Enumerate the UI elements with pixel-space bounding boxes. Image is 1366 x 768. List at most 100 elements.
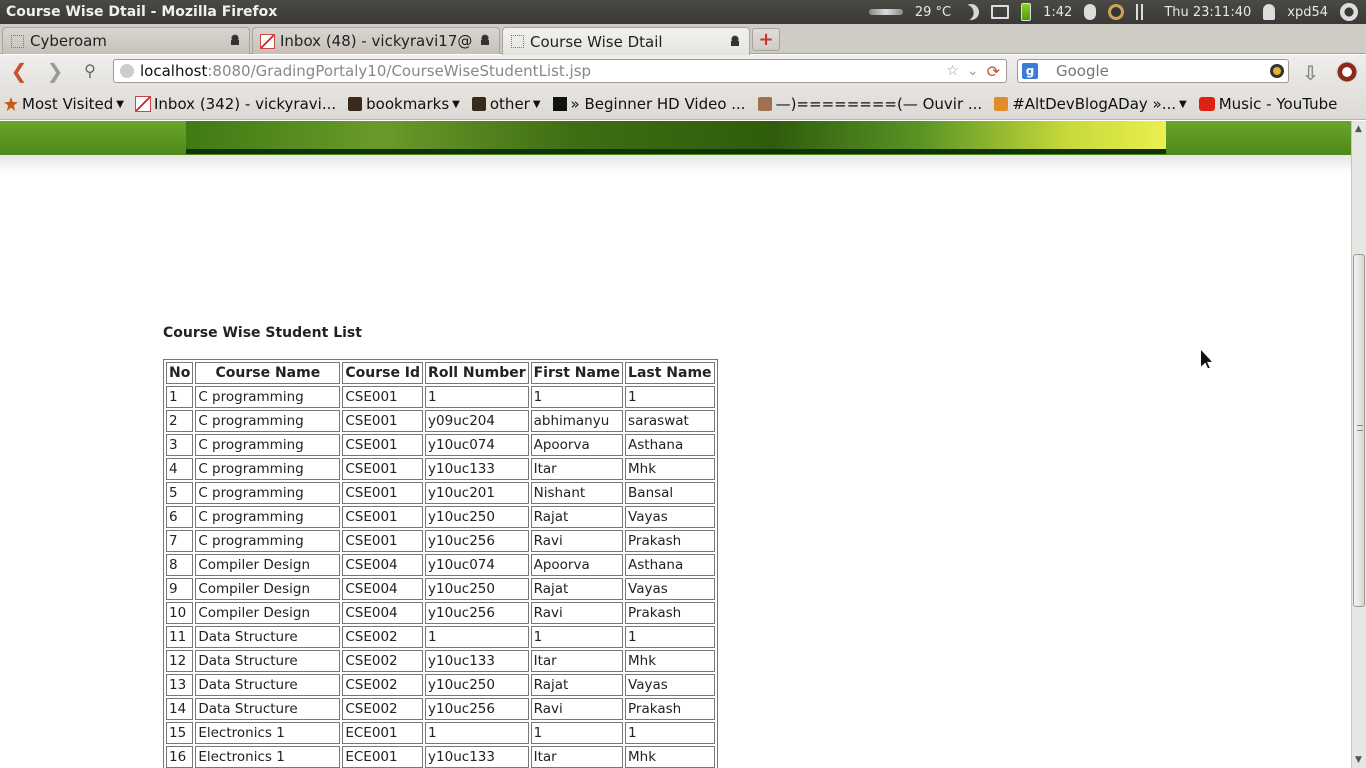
user-icon[interactable] [1263, 4, 1276, 20]
tab-bar: Cyberoam Inbox (48) - vickyravi17@g... C… [0, 24, 1366, 55]
cell-course-name: C programming [195, 458, 341, 480]
bookmark-most-visited[interactable]: Most Visited ▼ [4, 95, 124, 113]
rss-icon [994, 97, 1009, 111]
page-icon [511, 35, 524, 48]
close-icon[interactable] [229, 34, 241, 48]
bluetooth-icon[interactable] [1084, 4, 1097, 20]
rss-tray-icon[interactable] [1108, 4, 1125, 20]
column-header-first-name: First Name [530, 362, 624, 384]
history-icon[interactable]: ⚲ [80, 59, 100, 83]
tab-cyberoam[interactable]: Cyberoam [2, 27, 250, 54]
moon-icon[interactable] [960, 1, 982, 23]
cell-first-name: Ravi [530, 602, 624, 624]
gear-icon[interactable] [1340, 3, 1358, 21]
cell-first-name: Itar [530, 746, 624, 768]
bookmark-inbox[interactable]: Inbox (342) - vickyravi... [135, 95, 336, 113]
cell-no: 16 [166, 746, 194, 768]
bookmark-folder-other[interactable]: other ▼ [471, 95, 541, 113]
cell-roll-number: y10uc256 [425, 698, 529, 720]
username[interactable]: xpd54 [1287, 5, 1328, 20]
column-header-no: No [166, 362, 194, 384]
bookmark-label: other [489, 95, 530, 113]
cell-course-id: CSE001 [342, 410, 424, 432]
forward-button[interactable]: ❯ [42, 59, 68, 83]
cell-course-id: CSE002 [342, 698, 424, 720]
cell-last-name: Mhk [625, 650, 715, 672]
cell-no: 1 [166, 386, 194, 408]
bookmark-label: bookmarks [366, 95, 450, 113]
search-input[interactable] [1056, 62, 1256, 80]
cell-roll-number: y10uc201 [425, 482, 529, 504]
cell-last-name: Mhk [625, 746, 715, 768]
cell-no: 11 [166, 626, 194, 648]
close-icon[interactable] [729, 34, 741, 49]
student-list-table: No Course Name Course Id Roll Number Fir… [163, 359, 718, 768]
scrollbar-thumb[interactable] [1353, 254, 1365, 607]
back-button[interactable]: ❮ [6, 59, 32, 83]
bookmark-ouvir[interactable]: —)========(— Ouvir ... [757, 95, 982, 113]
gmail-icon [260, 33, 275, 49]
scroll-down-icon[interactable]: ▼ [1355, 755, 1362, 765]
cell-roll-number: y10uc250 [425, 506, 529, 528]
folder-icon [471, 97, 486, 111]
url-bar[interactable]: localhost:8080/GradingPortaly10/CourseWi… [113, 59, 1007, 83]
download-icon[interactable]: ⇩ [1302, 61, 1322, 85]
cell-last-name: 1 [625, 626, 715, 648]
scroll-up-icon[interactable]: ▲ [1355, 124, 1362, 134]
column-header-course-name: Course Name [195, 362, 341, 384]
battery-icon[interactable] [1021, 3, 1032, 21]
tab-inbox[interactable]: Inbox (48) - vickyravi17@g... [252, 27, 500, 54]
cell-course-name: Compiler Design [195, 602, 341, 624]
cell-last-name: Vayas [625, 578, 715, 600]
cell-no: 13 [166, 674, 194, 696]
face-icon [757, 97, 772, 111]
cell-course-name: C programming [195, 410, 341, 432]
cell-roll-number: y10uc250 [425, 674, 529, 696]
cell-first-name: Ravi [530, 530, 624, 552]
table-row: 7C programming CSE001 y10uc256 Ravi Prakash [166, 530, 715, 552]
table-row: 3C programming CSE001 y10uc074 Apoorva Astha… [166, 434, 715, 456]
clock[interactable]: Thu 23:11:40 [1164, 5, 1251, 20]
table-row: 14 Data Structure CSE002 y10uc256 Ravi Prakas… [166, 698, 715, 720]
cell-roll-number: y09uc204 [425, 410, 529, 432]
search-bar[interactable]: g [1017, 59, 1289, 83]
cell-course-id: CSE002 [342, 674, 424, 696]
cell-no: 14 [166, 698, 194, 720]
weather-icon[interactable] [868, 9, 903, 15]
site-identity-icon[interactable] [120, 64, 134, 78]
network-icon[interactable] [1136, 4, 1153, 20]
search-icon[interactable] [1270, 64, 1284, 78]
navigation-toolbar: ❮ ❯ ⚲ localhost:8080/GradingPortaly10/Co… [0, 55, 1366, 89]
reload-icon[interactable]: ⟳ [987, 62, 1000, 81]
cell-course-id: CSE004 [342, 578, 424, 600]
bookmark-star-icon[interactable]: ☆ [946, 63, 959, 79]
cell-course-name: C programming [195, 530, 341, 552]
bookmark-folder-bookmarks[interactable]: bookmarks ▼ [348, 95, 460, 113]
cell-no: 9 [166, 578, 194, 600]
column-header-roll-number: Roll Number [425, 362, 529, 384]
bookmark-music-youtube[interactable]: Music - YouTube [1198, 95, 1337, 113]
cell-no: 12 [166, 650, 194, 672]
close-icon[interactable] [479, 34, 491, 48]
tab-course-wise-dtail[interactable]: Course Wise Dtail [502, 27, 750, 55]
cell-course-name: Data Structure [195, 698, 341, 720]
cell-course-id: CSE002 [342, 626, 424, 648]
table-header-row: No Course Name Course Id Roll Number Fir… [166, 362, 715, 384]
cell-no: 15 [166, 722, 194, 744]
cell-first-name: Itar [530, 458, 624, 480]
vertical-scrollbar[interactable]: ▲ ▼ [1351, 121, 1366, 768]
mail-icon[interactable] [991, 5, 1010, 19]
cell-no: 8 [166, 554, 194, 576]
cell-course-id: ECE001 [342, 746, 424, 768]
cell-course-name: Electronics 1 [195, 722, 341, 744]
addon-icon[interactable] [1336, 61, 1358, 83]
cell-first-name: Ravi [530, 698, 624, 720]
google-icon[interactable]: g [1022, 63, 1038, 79]
table-row: 9 Compiler Design CSE004 y10uc250 Rajat Vayas [166, 578, 715, 600]
chevron-down-icon: ▼ [116, 98, 124, 110]
bookmark-altdevblogaday[interactable]: #AltDevBlogADay »... ▼ [994, 95, 1187, 113]
bookmark-beginner-hd-video[interactable]: » Beginner HD Video ... [552, 95, 746, 113]
chevron-down-icon[interactable]: ⌄ [967, 63, 979, 79]
new-tab-button[interactable]: + [752, 28, 780, 51]
banner-strip [186, 149, 1166, 154]
